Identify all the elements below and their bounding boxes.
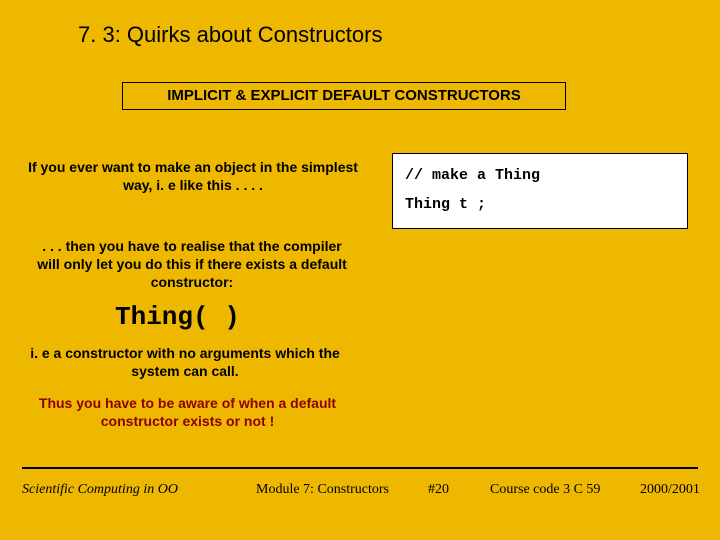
footer-year: 2000/2001 <box>640 482 700 498</box>
subtitle-box: IMPLICIT & EXPLICIT DEFAULT CONSTRUCTORS <box>122 82 566 110</box>
constructor-signature: Thing( ) <box>115 302 240 332</box>
paragraph-4: Thus you have to be aware of when a defa… <box>20 394 355 430</box>
code-box: // make a Thing Thing t ; <box>392 153 688 229</box>
paragraph-3: i. e a constructor with no arguments whi… <box>20 344 350 380</box>
footer-left: Scientific Computing in OO <box>22 482 178 498</box>
footer-module: Module 7: Constructors <box>256 482 389 498</box>
footer-slide-number: #20 <box>428 482 449 498</box>
slide-title: 7. 3: Quirks about Constructors <box>78 22 382 48</box>
footer-divider <box>22 467 698 469</box>
paragraph-2: . . . then you have to realise that the … <box>32 237 352 292</box>
code-line-2: Thing t ; <box>405 191 675 220</box>
subtitle-text: IMPLICIT & EXPLICIT DEFAULT CONSTRUCTORS <box>167 87 521 104</box>
paragraph-1: If you ever want to make an object in th… <box>28 158 358 194</box>
footer-course-code: Course code 3 C 59 <box>490 482 600 498</box>
code-line-1: // make a Thing <box>405 162 675 191</box>
